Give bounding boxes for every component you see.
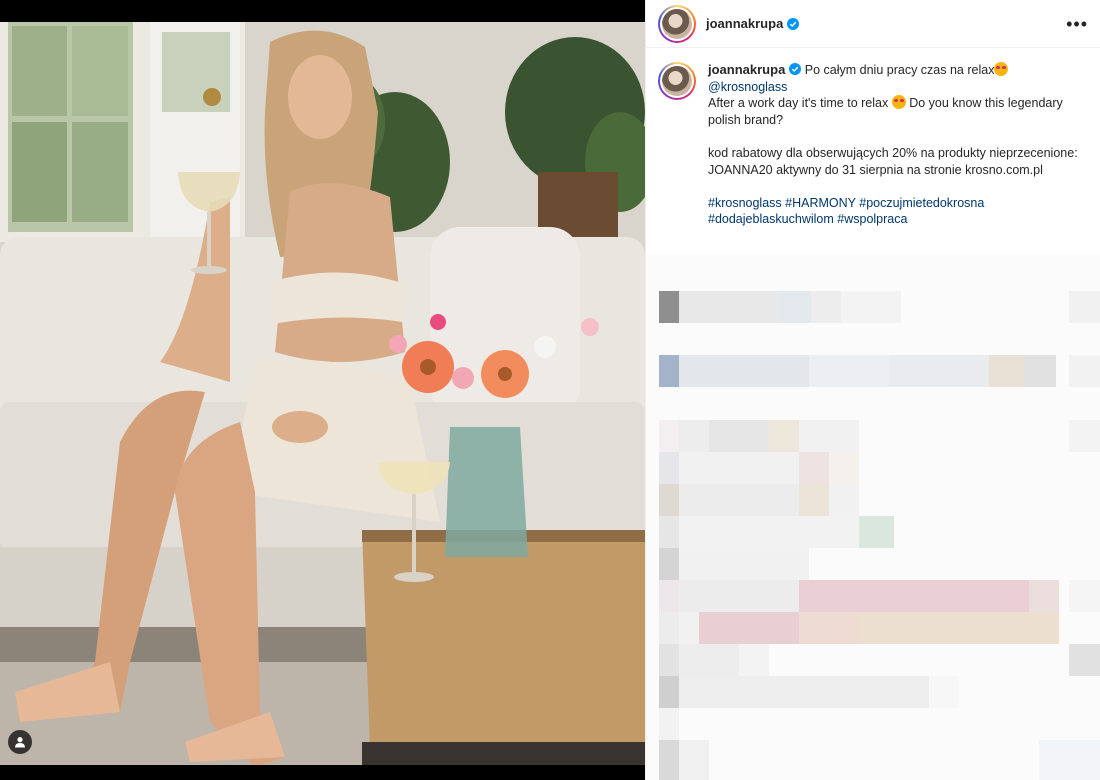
verified-badge-icon [789,63,802,75]
caption-line-2: After a work day it's time to relax [708,96,889,111]
caption-username[interactable]: joannakrupa [708,62,785,77]
caption-text: joannakrupa Po całym dniu pracy czas na … [708,62,1083,228]
hashtag-link[interactable]: #poczujmietedokrosna [859,196,984,210]
header-avatar[interactable] [658,4,696,43]
pixelated-comments-area [646,255,1100,780]
post-header: joannakrupa ••• [646,0,1100,48]
pixelation-mosaic [646,255,1100,780]
hashtag-link[interactable]: #dodajeblaskuchwilom [708,212,834,226]
hashtag-link[interactable]: #krosnoglass [708,196,782,210]
heart-eyes-emoji-icon [994,62,1009,76]
avatar-image [662,8,692,39]
header-username[interactable]: joannakrupa [706,16,783,31]
instagram-post: joannakrupa ••• joannakrupa Po całym dni… [0,0,1100,780]
hashtag-link[interactable]: #wspolpraca [837,212,907,226]
post-side-panel: joannakrupa ••• joannakrupa Po całym dni… [645,0,1100,780]
post-media [0,0,645,780]
caption-promo: kod rabatowy dla obserwujących 20% na pr… [708,145,1078,177]
more-options-icon[interactable]: ••• [1066,15,1088,33]
post-photo[interactable] [0,22,645,765]
caption-line-1: Po całym dniu pracy czas na relax [804,63,995,77]
user-tag-button[interactable] [8,730,32,754]
hashtag-link[interactable]: #HARMONY [785,196,856,210]
avatar-image [662,66,692,96]
photo-illustration [0,22,645,765]
verified-badge-icon [787,17,800,30]
caption: joannakrupa Po całym dniu pracy czas na … [646,48,1100,228]
caption-avatar[interactable] [658,62,696,100]
user-tag-icon [15,737,25,748]
heart-eyes-emoji-icon [891,95,906,110]
mention-link[interactable]: @krosnoglass [708,80,787,94]
